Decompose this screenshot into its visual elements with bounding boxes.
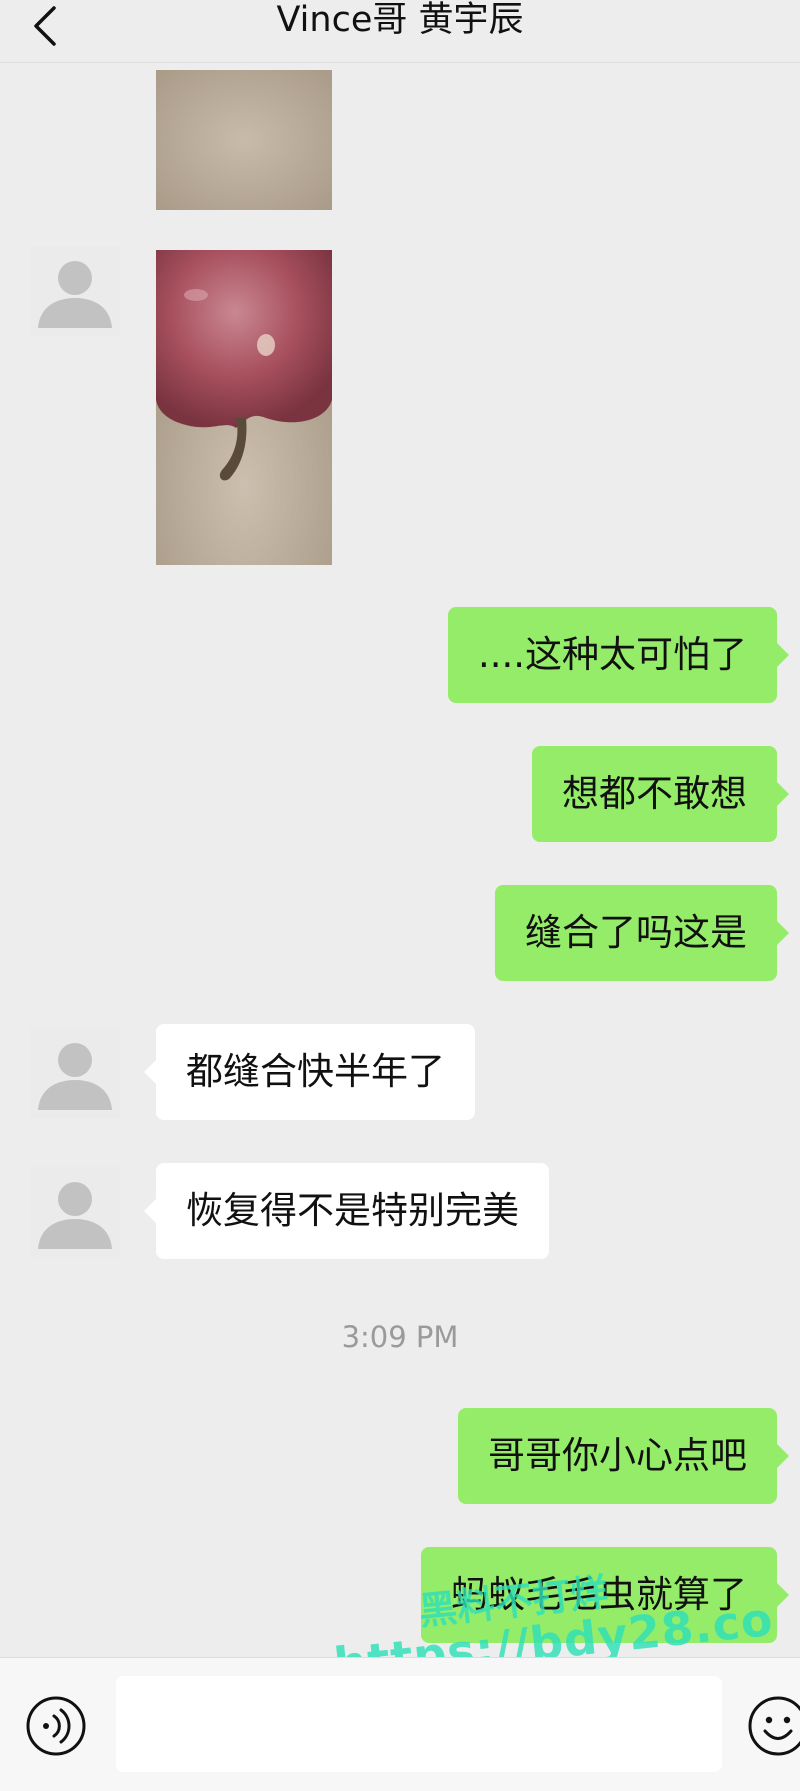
message-timestamp: 3:09 PM — [341, 1320, 459, 1354]
image-message[interactable] — [156, 70, 332, 210]
outgoing-message[interactable]: 缝合了吗这是 — [495, 885, 789, 981]
message-input[interactable] — [116, 1676, 722, 1772]
default-avatar-icon — [38, 1182, 112, 1249]
incoming-message[interactable]: 都缝合快半年了 — [144, 1024, 475, 1120]
avatar[interactable] — [30, 1028, 120, 1118]
input-bar — [0, 1657, 800, 1791]
photo-thumbnail — [156, 70, 332, 210]
voice-icon[interactable] — [24, 1694, 88, 1758]
photo-thumbnail — [156, 250, 332, 565]
default-avatar-icon — [38, 261, 112, 328]
outgoing-message[interactable]: 想都不敢想 — [532, 746, 789, 842]
chat-header: Vince哥 黄宇辰 — [0, 0, 800, 63]
outgoing-message[interactable]: ....这种太可怕了 — [447, 607, 790, 703]
avatar[interactable] — [30, 1167, 120, 1257]
emoji-icon[interactable] — [746, 1694, 800, 1758]
image-message[interactable] — [156, 250, 332, 565]
avatar[interactable] — [30, 246, 120, 336]
incoming-message[interactable]: 恢复得不是特别完美 — [144, 1163, 549, 1259]
default-avatar-icon — [38, 1043, 112, 1110]
outgoing-message[interactable]: 哥哥你小心点吧 — [458, 1408, 789, 1504]
chat-title: Vince哥 黄宇辰 — [276, 0, 524, 40]
